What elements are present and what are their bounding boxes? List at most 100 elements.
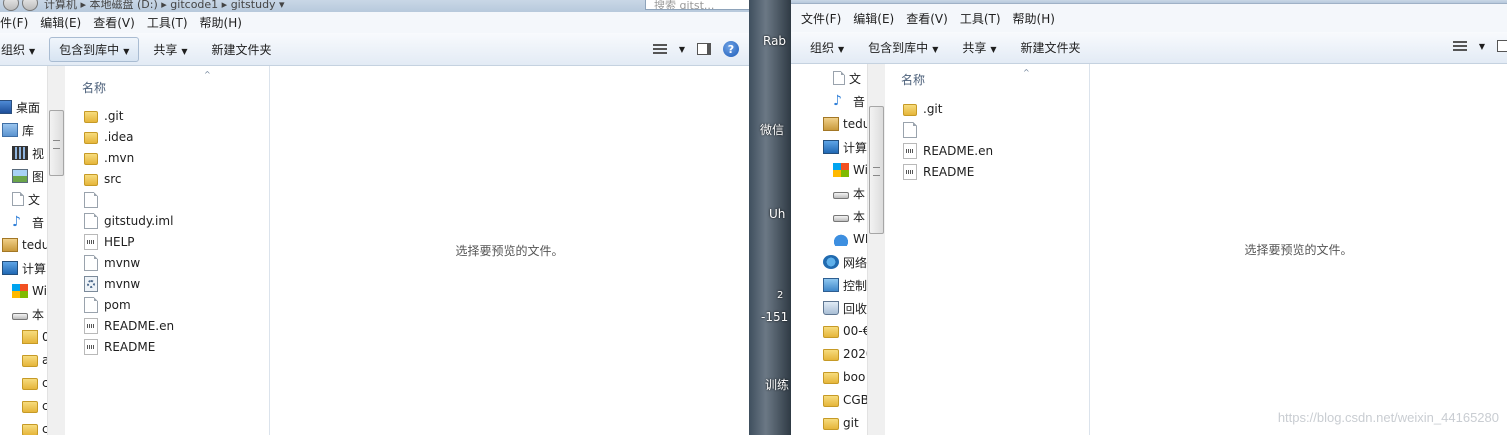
share-button[interactable]: 共享 ▼: [143, 37, 197, 62]
file-item[interactable]: [903, 120, 923, 140]
nav-item[interactable]: CGB: [823, 390, 869, 410]
nav-item[interactable]: 回收: [823, 298, 867, 318]
file-item[interactable]: README.en: [84, 316, 174, 336]
breadcrumb-item[interactable]: gitcode1: [170, 0, 218, 11]
file-item[interactable]: mvnw: [84, 253, 140, 273]
nav-item[interactable]: c: [22, 396, 49, 416]
nav-item[interactable]: 视: [12, 143, 44, 163]
nav-item[interactable]: c: [22, 419, 49, 435]
nav-item[interactable]: boo: [823, 367, 865, 387]
nav-item[interactable]: tedu: [2, 235, 49, 255]
nav-item[interactable]: git: [823, 413, 859, 433]
nav-item[interactable]: 库: [2, 120, 34, 140]
nav-item[interactable]: 网络: [823, 252, 867, 272]
file-item[interactable]: .idea: [84, 127, 134, 147]
nav-item[interactable]: 桌面: [0, 97, 40, 117]
menu-help[interactable]: 帮助(H): [194, 14, 248, 31]
include-library-button[interactable]: 包含到库中 ▼: [49, 36, 140, 62]
nav-item[interactable]: 00-€: [823, 321, 870, 341]
nav-item[interactable]: 本: [833, 206, 865, 226]
folder-icon: [22, 424, 38, 435]
view-options-icon[interactable]: [1452, 41, 1467, 51]
breadcrumb[interactable]: 计算机 ▸ 本地磁盘 (D:) ▸ gitcode1 ▸ gitstudy ▾: [44, 0, 285, 11]
folder-icon: [22, 378, 38, 390]
column-header-name[interactable]: 名称: [82, 79, 106, 96]
file-item[interactable]: HELP: [84, 232, 135, 252]
include-library-button[interactable]: 包含到库中 ▼: [858, 35, 948, 60]
document-icon: [84, 255, 98, 271]
file-item[interactable]: README: [84, 337, 155, 357]
view-options-icon[interactable]: [652, 44, 667, 54]
file-item[interactable]: .git: [903, 99, 942, 119]
generic-file-icon: [84, 318, 98, 334]
nav-item[interactable]: Wi: [12, 281, 47, 301]
nav-item[interactable]: tedu: [823, 114, 870, 134]
chevron-down-icon[interactable]: ▼: [1479, 42, 1485, 51]
chevron-down-icon: ▼: [990, 45, 997, 54]
file-item[interactable]: pom: [84, 295, 131, 315]
new-folder-button[interactable]: 新建文件夹: [202, 37, 282, 62]
file-item[interactable]: .mvn: [84, 148, 134, 168]
desktop-label: Uh: [769, 207, 786, 221]
menu-view[interactable]: 查看(V): [900, 10, 954, 27]
breadcrumb-item[interactable]: 本地磁盘 (D:): [90, 0, 158, 11]
preview-pane-icon[interactable]: [697, 43, 711, 55]
file-item[interactable]: README.en: [903, 141, 993, 161]
scrollbar-thumb[interactable]: [49, 110, 64, 176]
scrollbar-thumb[interactable]: [869, 106, 884, 234]
nav-item[interactable]: 本: [833, 183, 865, 203]
left-explorer-window: 计算机 ▸ 本地磁盘 (D:) ▸ gitcode1 ▸ gitstudy ▾ …: [0, 0, 749, 435]
menu-tools[interactable]: 工具(T): [954, 10, 1007, 27]
nav-item-label: 本: [32, 307, 45, 322]
generic-file-icon: [84, 339, 98, 355]
nav-scrollbar[interactable]: [867, 64, 885, 435]
nav-item-label: CGB: [843, 393, 869, 407]
menu-view[interactable]: 查看(V): [87, 14, 141, 31]
folder-icon: [823, 395, 839, 407]
back-icon[interactable]: [3, 0, 19, 11]
nav-item[interactable]: 控制: [823, 275, 867, 295]
menu-file[interactable]: 文件(F): [791, 10, 847, 27]
file-item[interactable]: .git: [84, 106, 123, 126]
nav-item[interactable]: 文: [12, 189, 40, 209]
nav-item[interactable]: 0: [22, 327, 50, 347]
file-item[interactable]: README: [903, 162, 974, 182]
chevron-down-icon[interactable]: ▼: [679, 45, 685, 54]
file-item[interactable]: gitstudy.iml: [84, 211, 173, 231]
nav-item[interactable]: 文: [833, 68, 861, 88]
network-icon: [823, 255, 839, 269]
file-item[interactable]: mvnw: [84, 274, 140, 294]
breadcrumb-item[interactable]: gitstudy: [231, 0, 276, 11]
nav-item[interactable]: ♪ 音: [833, 91, 865, 111]
nav-item[interactable]: 计算: [2, 258, 46, 278]
preview-pane-icon[interactable]: [1497, 40, 1507, 52]
help-icon[interactable]: ?: [723, 41, 739, 57]
folder-icon: [823, 349, 839, 361]
menu-file[interactable]: 件(F): [0, 14, 34, 31]
menu-help[interactable]: 帮助(H): [1007, 10, 1061, 27]
nav-item[interactable]: c: [22, 373, 49, 393]
nav-item[interactable]: WI: [833, 229, 868, 249]
menu-tools[interactable]: 工具(T): [141, 14, 194, 31]
column-header-name[interactable]: 名称: [901, 71, 925, 88]
nav-item[interactable]: 计算: [823, 137, 867, 157]
folder-icon: [823, 418, 839, 430]
organize-button[interactable]: 组织 ▼: [791, 35, 854, 60]
search-input[interactable]: 搜索 gitst...: [645, 0, 749, 10]
nav-scrollbar[interactable]: [47, 66, 65, 435]
share-button[interactable]: 共享 ▼: [952, 35, 1006, 60]
nav-item[interactable]: ♪ 音: [12, 212, 44, 232]
forward-icon[interactable]: [22, 0, 38, 11]
nav-item[interactable]: 2020: [823, 344, 871, 364]
new-folder-button[interactable]: 新建文件夹: [1011, 35, 1091, 60]
nav-item[interactable]: 本: [12, 304, 44, 324]
breadcrumb-item[interactable]: 计算机: [44, 0, 77, 11]
nav-item[interactable]: Wi: [833, 160, 868, 180]
nav-item[interactable]: a: [22, 350, 49, 370]
nav-item[interactable]: 图: [12, 166, 44, 186]
file-item[interactable]: [84, 190, 104, 210]
menu-edit[interactable]: 编辑(E): [847, 10, 900, 27]
organize-button[interactable]: 组织 ▼: [0, 37, 45, 62]
file-item[interactable]: src: [84, 169, 122, 189]
menu-edit[interactable]: 编辑(E): [34, 14, 87, 31]
